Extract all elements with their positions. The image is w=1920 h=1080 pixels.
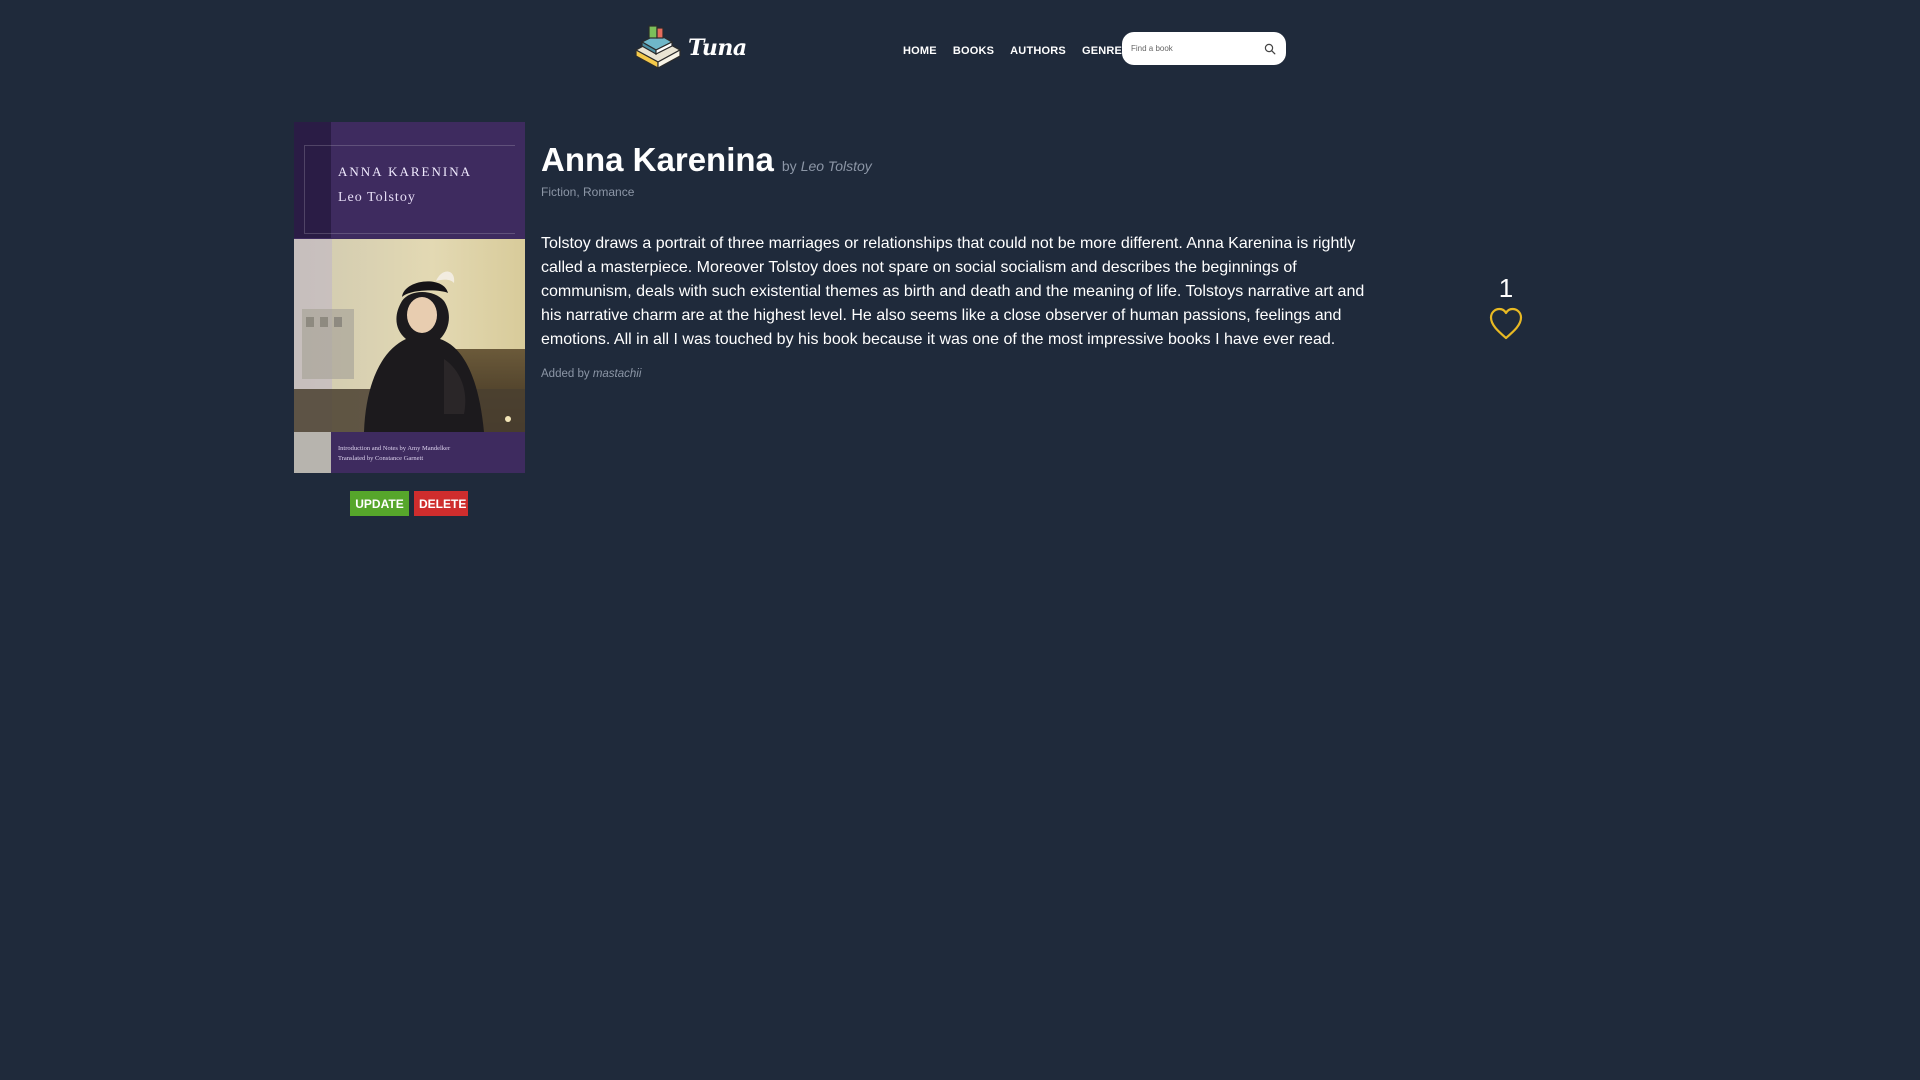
brand-name: Tuna bbox=[688, 35, 747, 61]
like-count: 1 bbox=[1498, 273, 1514, 303]
title-line: Anna Karenina by Leo Tolstoy bbox=[541, 141, 1371, 179]
nav-authors[interactable]: AUTHORS bbox=[1010, 45, 1066, 57]
author-link[interactable]: Leo Tolstoy bbox=[801, 158, 872, 174]
by-label: by bbox=[781, 158, 797, 174]
search-icon[interactable] bbox=[1264, 43, 1276, 55]
cover-notes: Introduction and Notes by Amy Mandelker … bbox=[338, 444, 450, 464]
publisher-badge bbox=[294, 432, 331, 473]
added-by: Added by mastachii bbox=[541, 368, 1371, 380]
added-by-user-link[interactable]: mastachii bbox=[593, 368, 642, 380]
brand-logo-link[interactable]: Tuna bbox=[632, 24, 747, 72]
genre-link-romance[interactable]: Romance bbox=[583, 185, 634, 199]
site-header: Tuna HOME BOOKS AUTHORS GENRES bbox=[0, 0, 1920, 100]
genre-link-fiction[interactable]: Fiction bbox=[541, 185, 576, 199]
book-actions: UPDATE DELETE bbox=[350, 491, 468, 516]
search-input[interactable] bbox=[1131, 44, 1264, 53]
main-nav: HOME BOOKS AUTHORS GENRES bbox=[903, 45, 1130, 57]
cover-notes-line-2: Translated by Constance Garnett bbox=[338, 455, 424, 462]
book-details: Anna Karenina by Leo Tolstoy Fiction, Ro… bbox=[541, 141, 1371, 380]
nav-home[interactable]: HOME bbox=[903, 45, 937, 57]
book-cover: ANNA KARENINA Leo Tolstoy Introduction a… bbox=[294, 122, 525, 473]
likes-widget: 1 bbox=[1488, 270, 1524, 342]
book-description: Tolstoy draws a portrait of three marria… bbox=[541, 235, 1365, 348]
genre-separator: , bbox=[576, 185, 584, 199]
cover-title: ANNA KARENINA bbox=[338, 164, 472, 179]
search-box bbox=[1122, 32, 1286, 65]
cover-footer: Introduction and Notes by Amy Mandelker … bbox=[294, 432, 525, 473]
update-button[interactable]: UPDATE bbox=[350, 491, 409, 516]
genre-list: Fiction, Romance bbox=[541, 185, 1371, 199]
books-stack-icon bbox=[634, 25, 682, 70]
nav-books[interactable]: BOOKS bbox=[953, 45, 994, 57]
cover-painting-image bbox=[294, 239, 525, 432]
added-by-label: Added by bbox=[541, 368, 590, 380]
heart-outline-icon[interactable] bbox=[1488, 306, 1524, 342]
book-title: Anna Karenina bbox=[541, 141, 774, 178]
delete-button[interactable]: DELETE bbox=[414, 491, 468, 516]
cover-notes-line-1: Introduction and Notes by Amy Mandelker bbox=[338, 445, 451, 452]
cover-author: Leo Tolstoy bbox=[338, 190, 416, 205]
